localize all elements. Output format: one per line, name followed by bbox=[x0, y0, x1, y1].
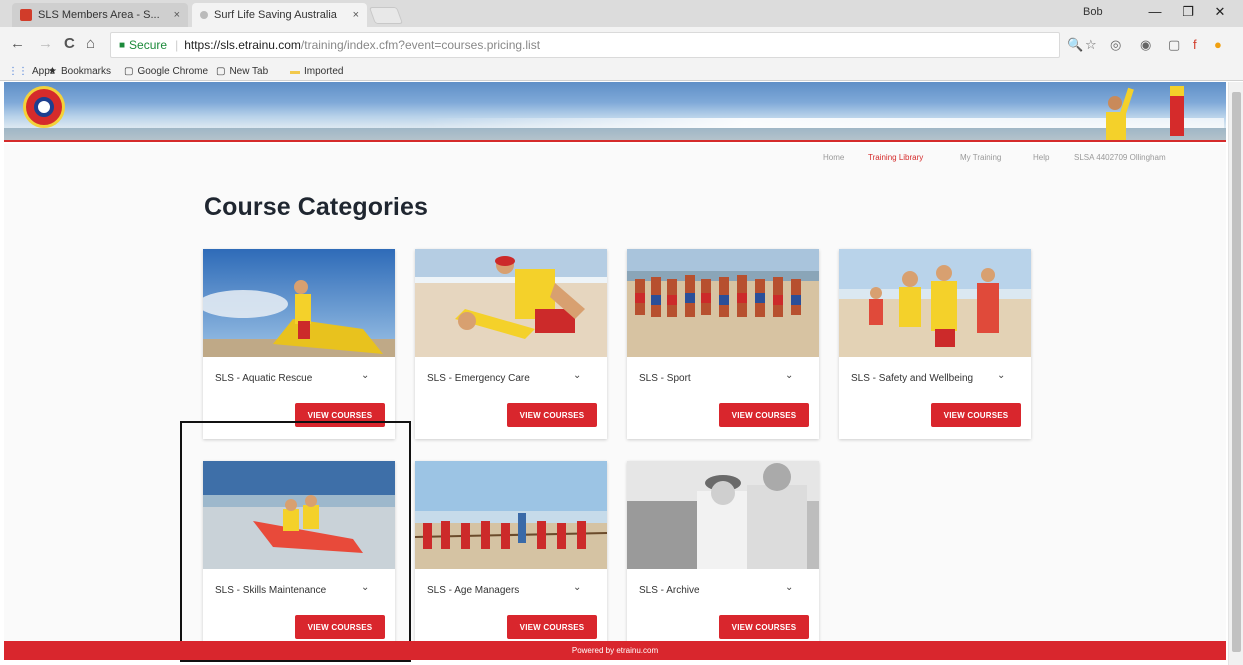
category-label: SLS - Archive bbox=[639, 585, 700, 596]
browser-tabstrip: SLS Members Area - S... × Surf Life Savi… bbox=[0, 0, 1243, 27]
tab-title: SLS Members Area - S... bbox=[38, 9, 160, 21]
category-card-archive: SLS - Archive ⌄ VIEW COURSES bbox=[627, 461, 819, 651]
extension-icon[interactable]: ▢ bbox=[1168, 37, 1180, 53]
bookmark-star-icon[interactable]: ☆ bbox=[1085, 37, 1097, 53]
forward-button[interactable]: → bbox=[38, 35, 53, 52]
bookmark-new-tab[interactable]: ▢ New Tab bbox=[216, 66, 268, 77]
highlight-annotation-box bbox=[180, 421, 411, 662]
zoom-icon[interactable]: 🔍 bbox=[1067, 37, 1083, 53]
sls-favicon-icon bbox=[20, 9, 32, 21]
secure-label: Secure bbox=[129, 38, 168, 52]
lock-icon: ■ bbox=[119, 39, 126, 51]
sport-image bbox=[627, 249, 819, 357]
safety-wellbeing-image bbox=[839, 249, 1031, 357]
banner-beach bbox=[4, 128, 1226, 140]
age-managers-image bbox=[415, 461, 607, 569]
url-host: https://sls.etrainu.com bbox=[184, 38, 301, 52]
loading-favicon-icon bbox=[200, 11, 208, 19]
page-scrollbar[interactable] bbox=[1228, 82, 1243, 665]
browser-tab-members-area[interactable]: SLS Members Area - S... × bbox=[12, 3, 188, 27]
aquatic-rescue-image bbox=[203, 249, 395, 357]
restore-button[interactable]: ❐ bbox=[1178, 4, 1198, 20]
nav-user-account[interactable]: SLSA 4402709 Ollingham bbox=[1074, 153, 1166, 162]
category-label: SLS - Safety and Wellbeing bbox=[851, 373, 974, 384]
minimize-button[interactable]: — bbox=[1145, 4, 1165, 19]
category-label: SLS - Sport bbox=[639, 373, 691, 384]
site-footer: Powered by etrainu.com bbox=[4, 641, 1226, 660]
bookmarks-bar: ⋮⋮ Apps ★ Bookmarks ▢ Google Chrome ▢ Ne… bbox=[0, 63, 1243, 81]
footer-text[interactable]: Powered by etrainu.com bbox=[572, 646, 658, 655]
reload-button[interactable]: C bbox=[64, 35, 75, 52]
folder-icon: ▬ bbox=[290, 66, 300, 77]
view-courses-button[interactable]: VIEW COURSES bbox=[931, 403, 1021, 427]
page-title: Course Categories bbox=[204, 193, 428, 221]
chevron-down-icon[interactable]: ⌄ bbox=[573, 370, 581, 381]
category-label: SLS - Emergency Care bbox=[427, 373, 530, 384]
nav-my-training[interactable]: My Training bbox=[960, 153, 1001, 162]
view-courses-button[interactable]: VIEW COURSES bbox=[507, 403, 597, 427]
scrollbar-thumb[interactable] bbox=[1232, 92, 1241, 652]
address-bar[interactable]: ■ Secure | https://sls.etrainu.com /trai… bbox=[110, 32, 1060, 58]
category-card-safety-wellbeing: SLS - Safety and Wellbeing ⌄ VIEW COURSE… bbox=[839, 249, 1031, 439]
close-tab-icon[interactable]: × bbox=[174, 9, 180, 21]
grid-icon: ⋮⋮ bbox=[8, 66, 28, 77]
site-header-banner bbox=[4, 82, 1226, 142]
extension-icon[interactable]: ● bbox=[1214, 37, 1222, 52]
bookmark-label: Google Chrome bbox=[137, 66, 209, 77]
url-separator: | bbox=[175, 38, 179, 52]
bookmark-label: New Tab bbox=[229, 66, 269, 77]
bookmark-google-chrome[interactable]: ▢ Google Chrome bbox=[124, 66, 208, 77]
view-courses-button[interactable]: VIEW COURSES bbox=[507, 615, 597, 639]
close-window-button[interactable]: ✕ bbox=[1210, 4, 1230, 20]
sls-logo[interactable] bbox=[23, 86, 65, 128]
bookmark-imported[interactable]: ▬ Imported bbox=[290, 66, 343, 77]
logo-emblem-icon bbox=[34, 97, 54, 117]
lifeguard-image bbox=[1106, 87, 1134, 140]
category-card-age-managers: SLS - Age Managers ⌄ VIEW COURSES bbox=[415, 461, 607, 651]
category-label: SLS - Aquatic Rescue bbox=[215, 373, 313, 384]
chevron-down-icon[interactable]: ⌄ bbox=[361, 370, 369, 381]
nav-home[interactable]: Home bbox=[823, 153, 844, 162]
star-icon: ★ bbox=[48, 66, 57, 77]
nav-training-library[interactable]: Training Library bbox=[868, 153, 923, 162]
category-card-aquatic-rescue: SLS - Aquatic Rescue ⌄ VIEW COURSES bbox=[203, 249, 395, 439]
new-tab-button[interactable] bbox=[368, 7, 404, 24]
extension-icon[interactable]: f bbox=[1193, 37, 1197, 52]
view-courses-button[interactable]: VIEW COURSES bbox=[719, 403, 809, 427]
browser-tab-surf-life-saving[interactable]: Surf Life Saving Australia × bbox=[192, 3, 367, 27]
category-card-sport: SLS - Sport ⌄ VIEW COURSES bbox=[627, 249, 819, 439]
emergency-care-image bbox=[415, 249, 607, 357]
page-icon: ▢ bbox=[124, 66, 134, 77]
bookmark-label: Imported bbox=[304, 66, 344, 77]
profile-name[interactable]: Bob bbox=[1083, 6, 1103, 18]
archive-image bbox=[627, 461, 819, 569]
chevron-down-icon[interactable]: ⌄ bbox=[997, 370, 1005, 381]
nav-help[interactable]: Help bbox=[1033, 153, 1049, 162]
chevron-down-icon[interactable]: ⌄ bbox=[785, 370, 793, 381]
category-card-emergency-care: SLS - Emergency Care ⌄ VIEW COURSES bbox=[415, 249, 607, 439]
home-button[interactable]: ⌂ bbox=[86, 35, 95, 52]
extension-icon[interactable]: ◎ bbox=[1110, 37, 1121, 53]
lifeguard-flag-image bbox=[1170, 86, 1184, 136]
view-courses-button[interactable]: VIEW COURSES bbox=[719, 615, 809, 639]
bookmark-bookmarks[interactable]: ★ Bookmarks bbox=[48, 66, 111, 77]
close-tab-icon[interactable]: × bbox=[353, 9, 359, 21]
page-icon: ▢ bbox=[216, 66, 226, 77]
back-button[interactable]: ← bbox=[10, 35, 25, 52]
url-path: /training/index.cfm?event=courses.pricin… bbox=[300, 38, 541, 52]
screen: SLS Members Area - S... × Surf Life Savi… bbox=[0, 0, 1243, 665]
chevron-down-icon[interactable]: ⌄ bbox=[785, 582, 793, 593]
extension-icon[interactable]: ◉ bbox=[1140, 37, 1151, 53]
category-label: SLS - Age Managers bbox=[427, 585, 520, 596]
chevron-down-icon[interactable]: ⌄ bbox=[573, 582, 581, 593]
bookmark-label: Bookmarks bbox=[60, 66, 111, 77]
tab-title: Surf Life Saving Australia bbox=[214, 9, 337, 21]
browser-toolbar: ← → C ⌂ ■ Secure | https://sls.etrainu.c… bbox=[0, 27, 1243, 63]
